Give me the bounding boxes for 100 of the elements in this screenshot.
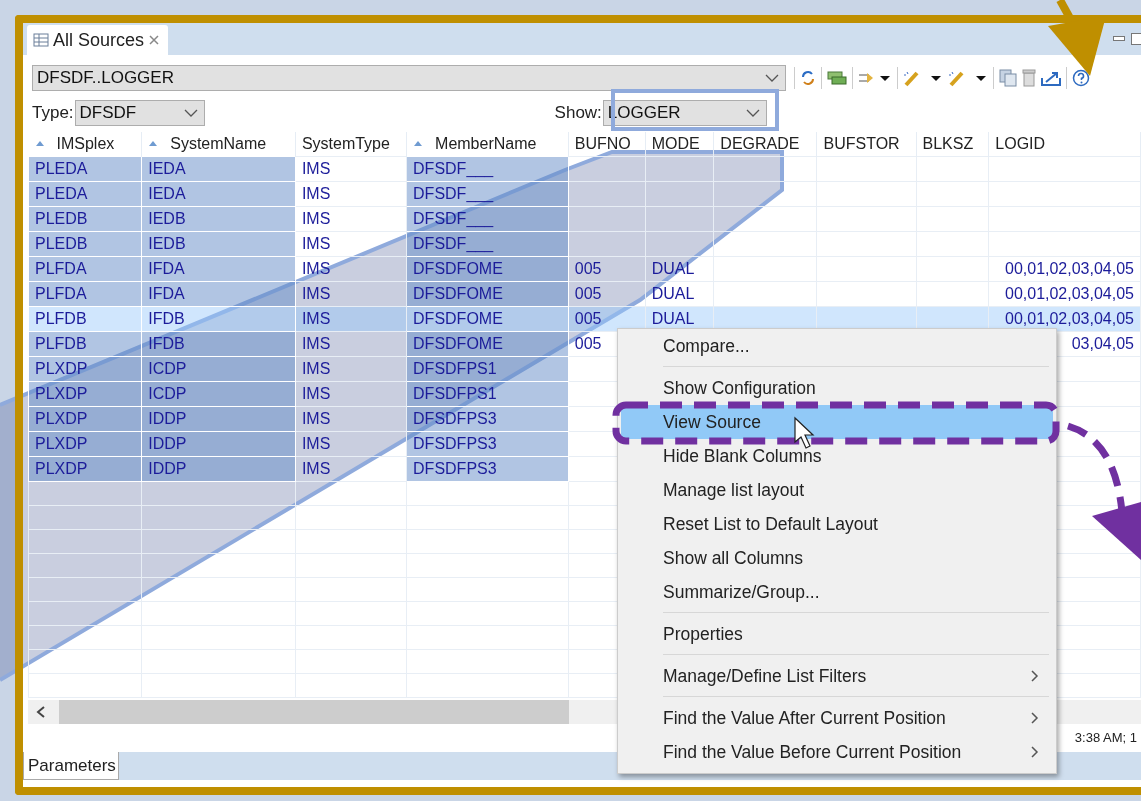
show-combo[interactable]: LOGGER bbox=[602, 100, 767, 126]
table-cell: DUAL bbox=[645, 256, 714, 282]
table-cell: IMS bbox=[295, 356, 407, 382]
table-cell: IDDP bbox=[141, 431, 296, 457]
table-cell: PLXDP bbox=[28, 431, 142, 457]
column-header[interactable]: MODE bbox=[645, 132, 714, 157]
chevron-down-icon[interactable] bbox=[183, 109, 198, 117]
menu-item[interactable]: Find the Value After Current Position bbox=[621, 701, 1053, 735]
table-cell: 00,01,02,03,04,05 bbox=[988, 256, 1141, 282]
table-cell: PLEDA bbox=[28, 156, 142, 182]
table-cell: IMS bbox=[295, 331, 407, 357]
column-header[interactable]: BLKSZ bbox=[916, 132, 989, 157]
table-cell: IMS bbox=[295, 406, 407, 432]
wand-dropdown-icon[interactable] bbox=[903, 69, 943, 87]
column-header[interactable]: IMSplex bbox=[28, 132, 142, 157]
chevron-down-icon[interactable] bbox=[745, 109, 760, 117]
table-cell: IEDB bbox=[141, 206, 296, 232]
table-cell: IEDB bbox=[141, 231, 296, 257]
table-cell: DFSDFPS3 bbox=[406, 456, 569, 482]
type-combo[interactable]: DFSDF bbox=[74, 100, 205, 126]
table-cell: DFSDFPS3 bbox=[406, 431, 569, 457]
table-cell: DFSDFOME bbox=[406, 281, 569, 307]
table-icon bbox=[33, 33, 49, 47]
type-label: Type: bbox=[32, 102, 74, 125]
view-tab[interactable]: All Sources bbox=[27, 25, 169, 55]
table-cell: PLFDA bbox=[28, 256, 142, 282]
sort-icon bbox=[148, 139, 159, 146]
sort-icon bbox=[413, 139, 424, 146]
menu-item[interactable]: Show Configuration bbox=[621, 371, 1053, 405]
close-icon[interactable] bbox=[148, 34, 161, 46]
stack-icon[interactable] bbox=[827, 71, 847, 85]
column-header[interactable]: BUFNO bbox=[568, 132, 646, 157]
help-icon[interactable] bbox=[1072, 69, 1090, 87]
table-cell: DFSDFPS1 bbox=[406, 356, 569, 382]
table-cell: PLEDB bbox=[28, 231, 142, 257]
minimize-icon[interactable] bbox=[1113, 36, 1125, 42]
menu-item[interactable]: Manage list layout bbox=[621, 473, 1053, 507]
table-cell: PLFDB bbox=[28, 331, 142, 357]
table-cell: DFSDFOME bbox=[406, 306, 569, 332]
table-cell: DFSDFPS3 bbox=[406, 406, 569, 432]
table-cell: IMS bbox=[295, 456, 407, 482]
mouse-pointer-icon bbox=[794, 416, 815, 449]
table-cell: IMS bbox=[295, 256, 407, 282]
menu-item[interactable]: Reset List to Default Layout bbox=[621, 507, 1053, 541]
table-cell: PLEDA bbox=[28, 181, 142, 207]
table-cell: IEDA bbox=[141, 181, 296, 207]
wand-dropdown-icon[interactable] bbox=[948, 69, 988, 87]
table-cell: 005 bbox=[568, 281, 646, 307]
table-cell: PLFDB bbox=[28, 306, 142, 332]
table-cell: PLFDA bbox=[28, 281, 142, 307]
table-cell: DFSDFOME bbox=[406, 256, 569, 282]
show-label: Show: bbox=[554, 102, 602, 125]
column-header[interactable]: DEGRADE bbox=[713, 132, 817, 157]
table-cell: IFDB bbox=[141, 331, 296, 357]
table-cell: DFSDF___ bbox=[406, 181, 569, 207]
table-cell: DUAL bbox=[645, 281, 714, 307]
export-icon[interactable] bbox=[1041, 70, 1061, 86]
table-cell: IEDA bbox=[141, 156, 296, 182]
table-cell: IMS bbox=[295, 156, 407, 182]
table-cell: DFSDFPS1 bbox=[406, 381, 569, 407]
table-cell: 00,01,02,03,04,05 bbox=[988, 281, 1141, 307]
table-cell: IMS bbox=[295, 231, 407, 257]
table-cell: PLXDP bbox=[28, 406, 142, 432]
table-cell: IMS bbox=[295, 206, 407, 232]
table-cell: IMS bbox=[295, 381, 407, 407]
maximize-icon[interactable] bbox=[1131, 33, 1141, 45]
table-cell: DFSDFOME bbox=[406, 331, 569, 357]
sort-icon bbox=[34, 139, 45, 146]
table-cell: IFDB bbox=[141, 306, 296, 332]
table-cell: 005 bbox=[568, 256, 646, 282]
table-cell: ICDP bbox=[141, 381, 296, 407]
refresh-icon[interactable] bbox=[800, 69, 816, 87]
column-header[interactable]: SystemName bbox=[141, 132, 296, 157]
table-cell: IMS bbox=[295, 281, 407, 307]
table-cell: 00,01,02,03,04,05 bbox=[988, 306, 1141, 332]
column-header[interactable]: SystemType bbox=[295, 132, 407, 157]
table-cell: PLXDP bbox=[28, 381, 142, 407]
table-cell: DFSDF___ bbox=[406, 156, 569, 182]
table-cell: PLXDP bbox=[28, 456, 142, 482]
source-combo[interactable]: DFSDF..LOGGER bbox=[32, 65, 786, 91]
table-cell: DFSDF___ bbox=[406, 206, 569, 232]
table-cell: ICDP bbox=[141, 356, 296, 382]
scrollbar-thumb[interactable] bbox=[59, 700, 569, 724]
table-cell: PLEDB bbox=[28, 206, 142, 232]
table-cell: PLXDP bbox=[28, 356, 142, 382]
menu-item[interactable]: View Source bbox=[621, 405, 1053, 439]
column-header[interactable]: LOGID bbox=[988, 132, 1141, 157]
column-header[interactable]: BUFSTOR bbox=[816, 132, 917, 157]
table-cell: IFDA bbox=[141, 281, 296, 307]
filter-dropdown-icon[interactable] bbox=[858, 70, 892, 86]
table-cell: 005 bbox=[568, 306, 646, 332]
chevron-down-icon[interactable] bbox=[765, 74, 779, 82]
copy-icon[interactable] bbox=[999, 69, 1017, 87]
table-cell: IMS bbox=[295, 431, 407, 457]
menu-item[interactable]: Find the Value Before Current Position bbox=[621, 735, 1053, 769]
parameters-tab[interactable]: Parameters bbox=[23, 752, 119, 780]
menu-item[interactable]: Show all Columns bbox=[621, 541, 1053, 575]
table-cell: IDDP bbox=[141, 456, 296, 482]
column-header[interactable]: MemberName bbox=[406, 132, 569, 157]
table-cell: DFSDF___ bbox=[406, 231, 569, 257]
